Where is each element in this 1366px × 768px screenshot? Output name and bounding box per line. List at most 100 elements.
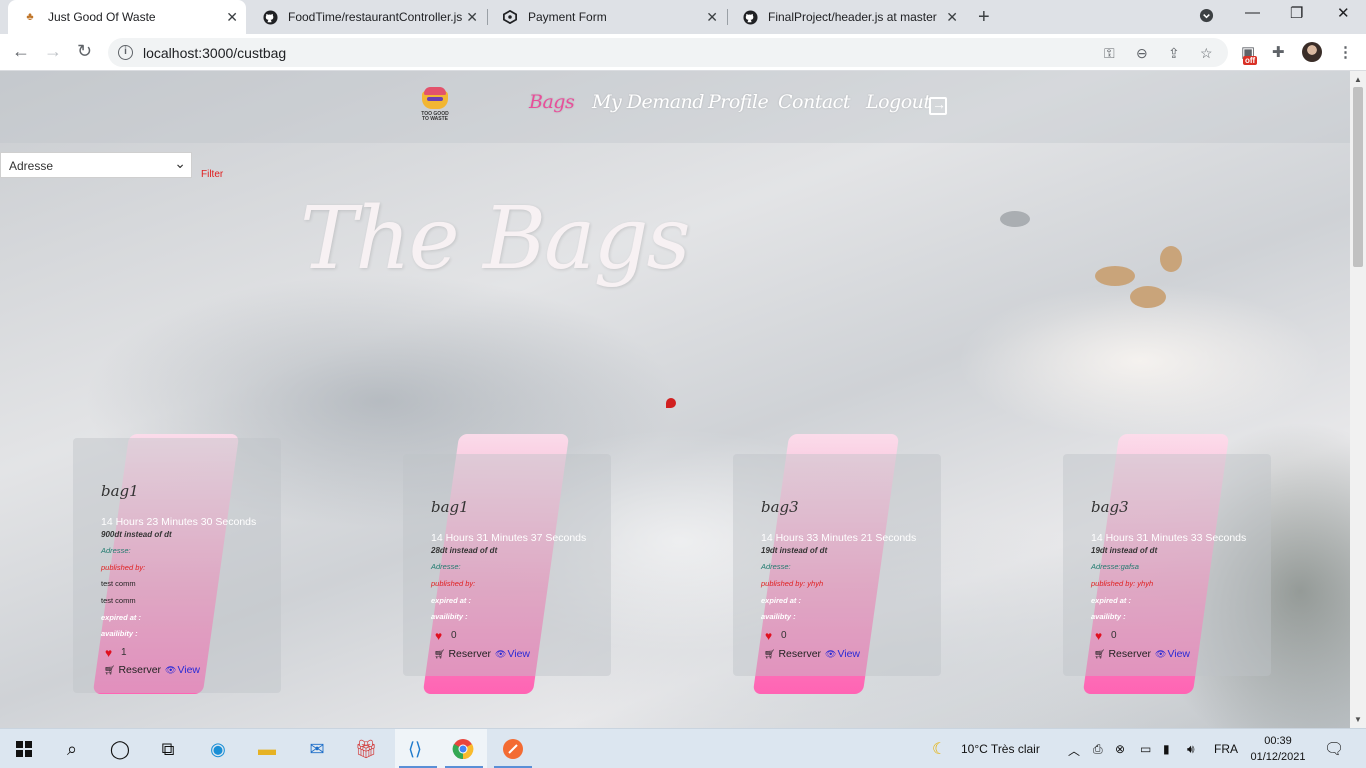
close-tab-icon[interactable]: ✕ [706,9,718,26]
menu-kebab-icon[interactable]: ⋮ [1338,43,1353,61]
reserve-button[interactable]: 🛒︎ Reserver [764,648,821,660]
browser-tab-strip: ♣ Just Good Of Waste ✕ FoodTime/restaura… [0,0,1366,34]
background-rock [1000,211,1030,227]
vscode-icon[interactable]: ⟨⟩ [403,737,427,761]
logout-icon[interactable] [929,96,947,115]
page-scrollbar[interactable]: ▲ ▼ [1350,71,1366,728]
store-gift-icon[interactable]: 🎁︎ [354,737,378,761]
postman-icon[interactable] [501,737,525,761]
minimize-icon[interactable]: — [1245,4,1260,21]
bag-publisher: published by: yhyh [761,579,824,588]
view-button[interactable]: 👁︎View [1155,648,1190,660]
extension-off-badge: off [1243,56,1258,65]
show-hidden-icons-chevron-icon[interactable]: ︿ [1068,742,1080,759]
edge-icon[interactable]: ◉ [206,737,230,761]
reserve-button[interactable]: 🛒︎ Reserver [104,664,161,676]
scroll-up-arrow-icon[interactable]: ▲ [1354,75,1362,84]
back-arrow-icon[interactable]: ← [12,41,30,62]
scrollbar-thumb[interactable] [1353,87,1363,267]
background-rock [1160,246,1182,272]
reserve-button[interactable]: 🛒︎ Reserver [1094,648,1151,660]
filter-button[interactable]: Filter [201,169,223,180]
extensions-puzzle-icon[interactable]: ✚ [1272,43,1285,61]
heart-icon[interactable]: ♥ [1095,629,1102,643]
tab-payment-form[interactable]: Payment Form ✕ [488,0,726,34]
view-button[interactable]: 👁︎View [495,648,530,660]
close-window-icon[interactable]: ✕ [1337,4,1350,22]
address-select-value: Adresse [9,159,54,173]
bag-countdown: 14 Hours 23 Minutes 30 Seconds [101,516,257,528]
nav-bags[interactable]: Bags [529,91,575,113]
tab-search-icon[interactable] [1199,8,1214,27]
battery-icon[interactable]: ▮ [1163,742,1170,756]
address-filter-select[interactable]: Adresse ⌄ [0,152,192,178]
nav-profile[interactable]: Profile [708,91,769,113]
chevron-down-icon: ⌄ [174,155,186,171]
close-tab-icon[interactable]: ✕ [466,9,478,26]
maximize-icon[interactable]: ❐ [1290,4,1303,22]
bag-price: 19dt instead of dt [1091,546,1158,555]
tab-finalproject-header[interactable]: FinalProject/header.js at master ✕ [728,0,966,34]
network-icon[interactable]: ⊗ [1115,742,1125,756]
scroll-down-arrow-icon[interactable]: ▼ [1354,715,1362,724]
bag-comment: test comm [101,596,136,605]
zoom-icon[interactable]: ⊖ [1136,45,1148,62]
tab-foodtime-controller[interactable]: FoodTime/restaurantController.js ✕ [248,0,486,34]
site-favicon-icon: ♣ [26,11,34,23]
new-tab-plus-icon[interactable]: + [978,6,990,29]
reserve-button[interactable]: 🛒︎ Reserver [434,648,491,660]
close-tab-icon[interactable]: ✕ [946,9,958,26]
search-icon[interactable]: ⌕ [60,737,84,761]
view-button[interactable]: 👁︎View [825,648,860,660]
bag-expiry: expired at : [431,596,472,605]
nav-logout[interactable]: Logout [866,91,931,113]
nav-contact[interactable]: Contact [778,91,850,113]
bag-availability: availibity : [431,612,468,621]
chrome-icon[interactable] [451,737,475,761]
weather-text[interactable]: 10°C Très clair [961,742,1040,756]
bag-price: 28dt instead of dt [431,546,498,555]
usb-icon[interactable]: ⎙ [1093,742,1103,757]
clock-time: 00:39 [1264,735,1292,747]
address-bar[interactable]: i localhost:3000/custbag ⚿ ⊖ ⇪ ☆ [108,38,1228,67]
site-info-icon[interactable]: i [118,45,133,60]
heart-icon[interactable]: ♥ [435,629,442,643]
tab-title: Payment Form [528,10,607,24]
forward-arrow-icon[interactable]: → [44,41,62,62]
view-button[interactable]: 👁︎View [165,664,200,676]
reserve-label: Reserver [448,648,492,660]
tab-just-good-of-waste[interactable]: ♣ Just Good Of Waste ✕ [8,0,246,34]
language-indicator[interactable]: FRA [1214,742,1238,756]
eye-icon: 👁︎ [825,649,837,659]
display-icon[interactable]: ▭ [1140,742,1151,756]
heart-icon[interactable]: ♥ [765,629,772,643]
volume-icon[interactable]: 🔊︎ [1187,742,1195,757]
nav-my-demand[interactable]: My Demand [592,91,704,113]
file-explorer-icon[interactable]: ▬ [255,737,279,761]
bag-comment: test comm [101,579,136,588]
share-icon[interactable]: ⇪ [1168,45,1180,62]
logo-text: TOO GOOD TO WASTE [421,111,449,122]
task-view-icon[interactable]: ⧉ [156,737,180,761]
reload-icon[interactable]: ↻ [77,41,92,62]
mail-icon[interactable]: ✉ [305,737,329,761]
bag-card: bag3 14 Hours 31 Minutes 33 Seconds 19dt… [1063,432,1278,702]
key-icon[interactable]: ⚿ [1104,45,1115,62]
close-tab-icon[interactable]: ✕ [226,9,238,26]
windows-start-icon[interactable] [12,737,36,761]
view-label: View [837,648,861,660]
notifications-icon[interactable]: 🗨︎ [1324,739,1344,759]
bag-availability: availibity : [101,629,138,638]
github-icon [262,9,278,25]
like-count: 0 [451,630,457,641]
heart-icon[interactable]: ♥ [105,646,112,660]
cortana-icon[interactable]: ◯ [108,737,132,761]
view-label: View [507,648,531,660]
tab-title: FinalProject/header.js at master [768,10,937,24]
site-logo[interactable]: TOO GOOD TO WASTE [418,87,452,123]
bag-publisher: published by: [101,563,146,572]
bookmark-star-icon[interactable]: ☆ [1200,45,1213,62]
taskbar-clock[interactable]: 00:39 01/12/2021 [1248,733,1308,765]
clock-date: 01/12/2021 [1250,751,1306,763]
profile-avatar[interactable] [1302,42,1322,62]
